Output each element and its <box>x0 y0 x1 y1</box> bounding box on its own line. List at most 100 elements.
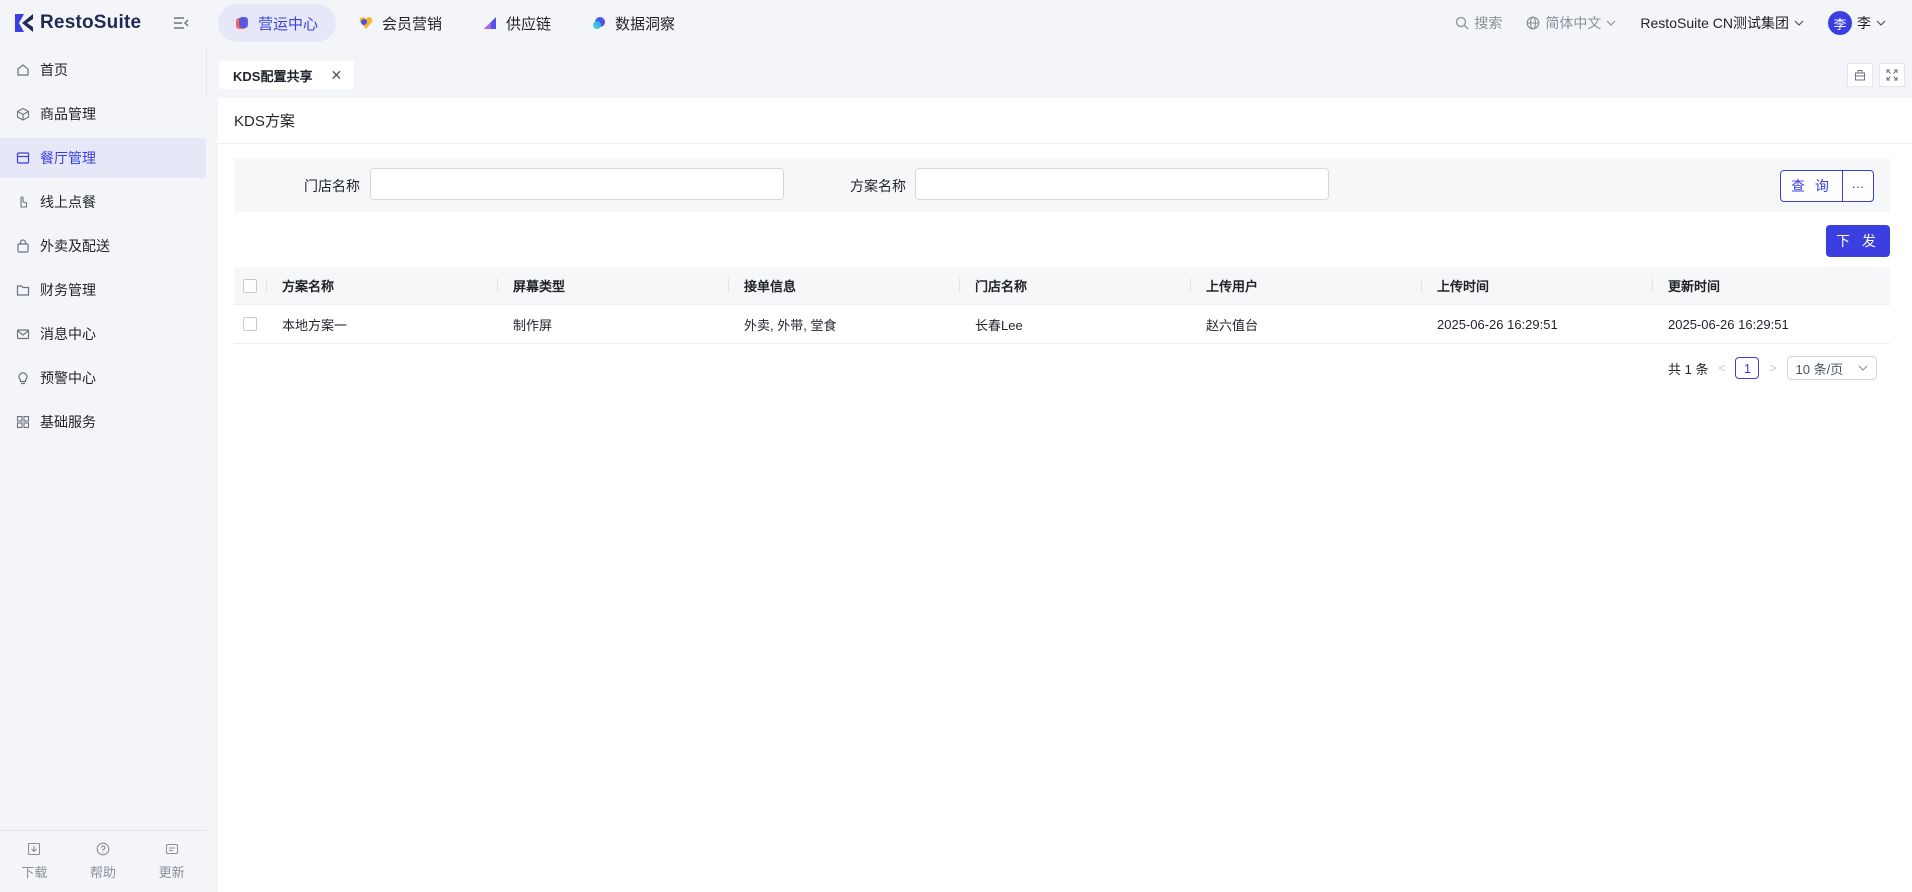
sidebar-item-label: 首页 <box>40 62 68 78</box>
operations-icon <box>236 17 248 29</box>
close-icon[interactable]: ✕ <box>330 67 342 84</box>
brand-name: RestoSuite <box>40 12 142 33</box>
sidebar-item-basic-services[interactable]: 基础服务 <box>0 402 206 442</box>
table-cell: 2025-06-26 16:29:51 <box>1668 316 1789 332</box>
column-header: 屏幕类型 <box>497 276 728 295</box>
top-right-tools: 搜索 简体中文 RestoSuite CN测试集团 李 李 <box>1455 0 1886 46</box>
user-menu[interactable]: 李 李 <box>1828 11 1886 35</box>
next-page-icon[interactable]: > <box>1769 361 1776 375</box>
update-label: 更新 <box>158 865 185 880</box>
sidebar-item-label: 预警中心 <box>40 370 96 386</box>
box-icon <box>16 107 30 121</box>
fullscreen-button[interactable] <box>1879 63 1905 87</box>
sidebar-item-finance[interactable]: 财务管理 <box>0 270 206 310</box>
kds-plan-table: 方案名称 屏幕类型 接单信息 门店名称 上传用户 上传时间 更新时间 本地方案一… <box>234 267 1890 344</box>
sidebar-footer: 下载 帮助 更新 <box>0 830 206 892</box>
column-header: 方案名称 <box>266 276 497 295</box>
table-cell: 赵六值台 <box>1206 317 1259 333</box>
bag-icon <box>17 239 29 253</box>
building-icon <box>1855 70 1865 81</box>
home-icon <box>17 64 29 76</box>
organization-selector[interactable]: RestoSuite CN测试集团 <box>1640 13 1804 33</box>
download-label: 下载 <box>21 865 48 880</box>
column-header: 上传用户 <box>1190 276 1421 295</box>
table-cell: 外卖, 外带, 堂食 <box>744 317 837 333</box>
chevron-down-icon <box>1606 20 1616 26</box>
sidebar-item-online-ordering[interactable]: 线上点餐 <box>0 182 206 222</box>
more-filters-button[interactable]: ··· <box>1842 170 1874 202</box>
plan-name-label: 方案名称 <box>850 178 906 194</box>
store-name-label: 门店名称 <box>304 178 360 194</box>
module-tabs: 营运中心 会员营销 供应链 数据洞察 <box>218 4 693 42</box>
sidebar-item-products[interactable]: 商品管理 <box>0 94 206 134</box>
sidebar-item-label: 线上点餐 <box>40 194 96 210</box>
page-tab-strip: KDS配置共享 ✕ <box>206 46 1912 98</box>
tab-label: 供应链 <box>506 15 552 33</box>
organization-label: RestoSuite CN测试集团 <box>1640 15 1789 31</box>
filter-bar: 门店名称 方案名称 查 询 ··· <box>234 158 1890 212</box>
store-name-input[interactable] <box>370 168 784 200</box>
data-insights-icon <box>593 17 606 29</box>
sidebar-item-messages[interactable]: 消息中心 <box>0 314 206 354</box>
page-number[interactable]: 1 <box>1735 357 1760 379</box>
tab-label: 会员营销 <box>382 15 443 33</box>
page-size-select[interactable]: 10 条/页 <box>1786 356 1877 380</box>
help-icon <box>96 842 110 856</box>
select-all-checkbox[interactable] <box>243 278 257 293</box>
hand-pointer-icon <box>20 196 28 208</box>
bulb-icon <box>18 372 28 385</box>
member-icon <box>359 17 373 29</box>
language-label: 简体中文 <box>1545 15 1602 31</box>
globe-icon <box>1527 16 1540 30</box>
brand-logo[interactable]: RestoSuite <box>14 12 141 34</box>
top-bar: RestoSuite 营运中心 会员营销 供应链 数据洞察 搜索 简体中文 Re… <box>0 0 1912 46</box>
plan-name-input[interactable] <box>915 168 1329 200</box>
chevron-down-icon <box>1858 365 1867 371</box>
language-selector[interactable]: 简体中文 <box>1526 13 1616 33</box>
sidebar-item-home[interactable]: 首页 <box>0 50 206 90</box>
tab-supply-chain[interactable]: 供应链 <box>466 4 569 42</box>
tab-data-insights[interactable]: 数据洞察 <box>575 4 693 42</box>
publish-button[interactable]: 下 发 <box>1826 225 1890 257</box>
tab-operations-center[interactable]: 营运中心 <box>218 4 337 42</box>
restosuite-logo-icon <box>15 14 33 32</box>
store-icon <box>16 152 30 164</box>
sidebar-item-label: 餐厅管理 <box>40 150 96 166</box>
sidebar-item-label: 财务管理 <box>40 282 96 298</box>
column-header: 更新时间 <box>1652 276 1883 295</box>
sidebar-item-restaurant[interactable]: 餐厅管理 <box>0 138 206 178</box>
update-button[interactable]: 更新 <box>159 842 185 881</box>
sidebar-item-label: 商品管理 <box>40 106 96 122</box>
table-cell: 长春Lee <box>975 317 1023 333</box>
table-cell: 制作屏 <box>513 317 553 333</box>
expand-icon <box>1886 69 1898 81</box>
mail-icon <box>16 329 30 340</box>
global-search[interactable]: 搜索 <box>1455 13 1502 33</box>
total-count: 共 1 条 <box>1668 361 1709 377</box>
sidebar-item-label: 消息中心 <box>40 326 96 342</box>
page-title: KDS方案 <box>218 98 1912 144</box>
help-button[interactable]: 帮助 <box>90 842 116 881</box>
tab-label: 营运中心 <box>258 15 319 33</box>
page-tab-kds-config[interactable]: KDS配置共享 ✕ <box>219 61 355 89</box>
sidebar-item-alerts[interactable]: 预警中心 <box>0 358 206 398</box>
row-checkbox[interactable] <box>243 317 257 331</box>
grid-icon <box>16 415 30 429</box>
download-button[interactable]: 下载 <box>21 842 47 881</box>
table-row[interactable]: 本地方案一 制作屏 外卖, 外带, 堂食 长春Lee 赵六值台 2025-06-… <box>234 305 1890 344</box>
update-icon <box>165 843 178 855</box>
sidebar-item-label: 外卖及配送 <box>40 238 110 254</box>
sidebar-item-label: 基础服务 <box>40 414 96 430</box>
content-panel: KDS方案 门店名称 方案名称 查 询 ··· 下 发 方案名称 屏幕类型 接单… <box>218 98 1912 892</box>
column-header: 门店名称 <box>959 276 1190 295</box>
tab-member-marketing[interactable]: 会员营销 <box>342 4 460 42</box>
lock-tabs-button[interactable] <box>1847 63 1873 87</box>
column-header: 接单信息 <box>728 276 959 295</box>
table-cell: 2025-06-26 16:29:51 <box>1437 316 1558 332</box>
sidebar: 首页 商品管理 餐厅管理 线上点餐 外卖及配送 财务管理 消息中心 预警中心 基… <box>0 46 206 892</box>
collapse-sidebar-icon[interactable] <box>172 14 190 32</box>
query-button[interactable]: 查 询 <box>1780 170 1843 202</box>
download-icon <box>28 842 41 856</box>
sidebar-item-delivery[interactable]: 外卖及配送 <box>0 226 206 266</box>
prev-page-icon[interactable]: < <box>1718 361 1725 375</box>
